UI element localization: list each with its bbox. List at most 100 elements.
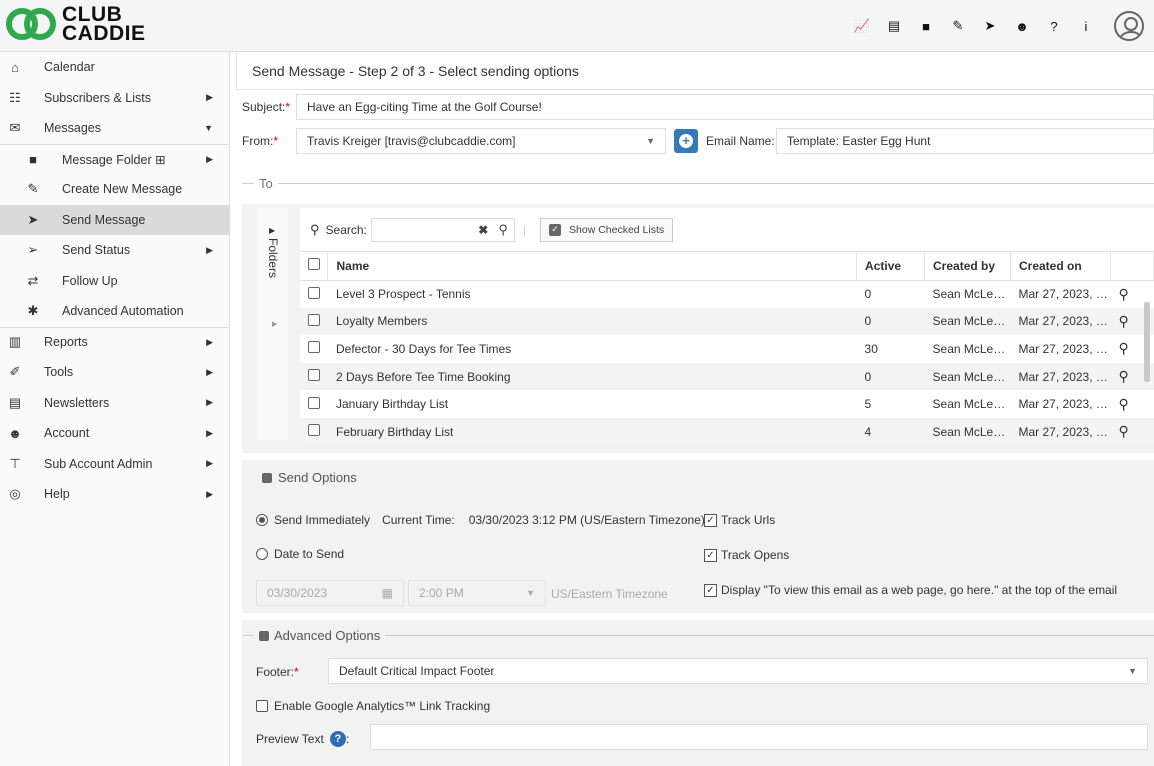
- footer-select-value: Default Critical Impact Footer: [339, 664, 495, 678]
- row-checkbox[interactable]: [308, 396, 320, 409]
- sidebar-item-label: Sub Account Admin: [44, 456, 153, 471]
- caret-down-icon: ▼: [1128, 666, 1137, 676]
- chevron-right-icon: ▶: [206, 366, 213, 377]
- chevron-right-icon: ▶: [206, 458, 213, 469]
- search-icon[interactable]: ⚲: [1118, 286, 1128, 302]
- table-row[interactable]: 2 Days Before Tee Time Booking 0 Sean Mc…: [300, 362, 1154, 391]
- sidebar-item-follow-up[interactable]: ⇄ Follow Up: [0, 266, 229, 297]
- sitemap-icon: ⊤: [9, 455, 21, 471]
- add-sender-button[interactable]: +: [674, 129, 698, 153]
- search-icon[interactable]: ⚲: [1118, 396, 1128, 412]
- table-row[interactable]: Loyalty Members 0 Sean McLe… Mar 27, 202…: [300, 307, 1154, 336]
- sidebar-item-send-message[interactable]: ➤ Send Message: [0, 204, 229, 235]
- column-header-created-by[interactable]: Created by: [924, 252, 1011, 281]
- search-input[interactable]: ✖ ⚲: [370, 217, 515, 242]
- search-icon[interactable]: ⚲: [498, 222, 508, 238]
- folders-toggle[interactable]: ▶ Folders ▶: [258, 208, 288, 440]
- paper-plane-outline-icon: ➢: [27, 242, 39, 258]
- caret-right-icon: ▶: [269, 226, 276, 235]
- ga-tracking-checkbox[interactable]: [256, 700, 268, 712]
- track-opens-option[interactable]: ✓ Track Opens: [704, 548, 789, 562]
- address-card-icon: ☷: [9, 89, 21, 105]
- table-row[interactable]: Defector - 30 Days for Tee Times 30 Sean…: [300, 335, 1154, 363]
- advanced-options-legend[interactable]: Advanced Options: [242, 628, 1154, 643]
- email-name-input[interactable]: Template: Easter Egg Hunt: [776, 128, 1154, 154]
- row-checkbox[interactable]: [308, 369, 320, 382]
- from-select[interactable]: Travis Kreiger [travis@clubcaddie.com] ▼: [296, 128, 666, 154]
- send-options-legend[interactable]: Send Options: [262, 470, 357, 485]
- select-all-checkbox[interactable]: [308, 258, 320, 271]
- collapse-icon: [262, 472, 272, 483]
- club-caddie-logo[interactable]: CLUB CADDIE: [6, 4, 146, 44]
- ga-tracking-option[interactable]: Enable Google Analytics™ Link Tracking: [256, 699, 490, 713]
- column-header-created-on[interactable]: Created on: [1010, 252, 1111, 281]
- question-icon[interactable]: ?: [1038, 10, 1070, 42]
- sidebar-item-create-new-message[interactable]: ✎ Create New Message: [0, 174, 229, 205]
- date-to-send-option[interactable]: Date to Send: [256, 547, 344, 561]
- subject-input[interactable]: Have an Egg-citing Time at the Golf Cour…: [296, 94, 1154, 120]
- sidebar-item-reports[interactable]: ▥ Reports ▶: [0, 326, 229, 358]
- scrollbar-thumb[interactable]: [1144, 302, 1150, 382]
- grid-scrollbar[interactable]: [1142, 288, 1152, 438]
- sidebar-item-subscribers[interactable]: ☷ Subscribers & Lists ▶: [0, 83, 229, 114]
- sidebar-item-help[interactable]: ◎ Help ▶: [0, 479, 229, 510]
- caret-down-icon: ▼: [646, 136, 655, 146]
- table-row[interactable]: January Birthday List 5 Sean McLe… Mar 2…: [300, 390, 1154, 418]
- row-checkbox[interactable]: [308, 286, 320, 299]
- select-all-header: [300, 252, 329, 281]
- sidebar-item-send-status[interactable]: ➢ Send Status ▶: [0, 235, 229, 266]
- users-icon[interactable]: ☻: [1006, 10, 1038, 42]
- send-immediately-radio[interactable]: [256, 514, 268, 526]
- caret-down-icon: ▼: [526, 588, 535, 598]
- sidebar-item-newsletters[interactable]: ▤ Newsletters ▶: [0, 388, 229, 419]
- date-input[interactable]: 03/30/2023 ▦: [256, 580, 404, 606]
- search-icon[interactable]: ⚲: [1118, 340, 1128, 356]
- display-webpage-checkbox[interactable]: ✓: [704, 583, 717, 597]
- info-icon[interactable]: i: [1070, 10, 1102, 42]
- column-header-active[interactable]: Active: [856, 252, 926, 281]
- display-webpage-option[interactable]: ✓ Display "To view this email as a web p…: [704, 583, 1117, 597]
- send-icon[interactable]: ➤: [974, 10, 1006, 42]
- collapse-icon: [259, 630, 269, 641]
- sidebar-item-messages[interactable]: ✉ Messages ▼: [0, 113, 229, 144]
- track-opens-checkbox[interactable]: ✓: [704, 548, 717, 562]
- gear-icon: ✱: [27, 303, 39, 319]
- table-row[interactable]: February Birthday List 4 Sean McLe… Mar …: [300, 417, 1154, 446]
- send-immediately-option[interactable]: Send Immediately Current Time: 03/30/202…: [256, 513, 705, 527]
- date-to-send-radio[interactable]: [256, 548, 268, 560]
- sidebar-item-advanced-automation[interactable]: ✱ Advanced Automation: [0, 296, 229, 327]
- search-label: Search:: [325, 222, 367, 237]
- document-icon[interactable]: ▤: [878, 10, 910, 42]
- sidebar-item-account[interactable]: ☻ Account ▶: [0, 418, 229, 449]
- to-panel: ▶ Folders ▶ ⚲ Search: ✖ ⚲ | ✓ Show Check…: [242, 204, 1154, 453]
- sidebar-item-tools[interactable]: ✐ Tools ▶: [0, 357, 229, 388]
- footer-select[interactable]: Default Critical Impact Footer ▼: [328, 658, 1148, 684]
- column-header-name[interactable]: Name: [327, 252, 858, 281]
- search-icon[interactable]: ⚲: [1118, 368, 1128, 384]
- list-created-by: Sean McLe…: [932, 287, 1006, 302]
- show-checked-lists-button[interactable]: ✓ Show Checked Lists: [540, 217, 674, 242]
- edit-icon[interactable]: ✎: [942, 10, 974, 42]
- track-urls-checkbox[interactable]: ✓: [704, 513, 717, 527]
- column-header-actions: [1110, 252, 1154, 281]
- chart-line-icon[interactable]: 📈: [846, 10, 878, 42]
- sidebar-item-calendar[interactable]: ⌂ Calendar: [0, 52, 229, 83]
- row-checkbox[interactable]: [308, 313, 320, 326]
- row-checkbox[interactable]: [308, 424, 320, 437]
- search-icon[interactable]: ⚲: [1118, 423, 1128, 439]
- help-question-icon[interactable]: ?: [329, 731, 346, 747]
- user-avatar[interactable]: [1114, 11, 1144, 41]
- track-urls-option[interactable]: ✓ Track Urls: [704, 513, 775, 527]
- row-checkbox[interactable]: [308, 341, 320, 354]
- sidebar-item-message-folder[interactable]: ■ Message Folder ⊞ ▶: [0, 143, 229, 175]
- to-legend: To: [242, 176, 1154, 191]
- time-select[interactable]: 2:00 PM ▼: [408, 580, 546, 606]
- search-icon[interactable]: ⚲: [1118, 313, 1128, 329]
- preview-text-label: Preview Text: [256, 732, 324, 746]
- table-row[interactable]: Level 3 Prospect - Tennis 0 Sean McLe… M…: [300, 280, 1154, 308]
- sidebar-item-sub-account-admin[interactable]: ⊤ Sub Account Admin ▶: [0, 449, 229, 480]
- folder-icon[interactable]: ■: [910, 10, 942, 42]
- sidebar-item-label: Send Status: [62, 243, 131, 258]
- clear-icon[interactable]: ✖: [478, 223, 488, 237]
- preview-text-input[interactable]: [370, 724, 1148, 750]
